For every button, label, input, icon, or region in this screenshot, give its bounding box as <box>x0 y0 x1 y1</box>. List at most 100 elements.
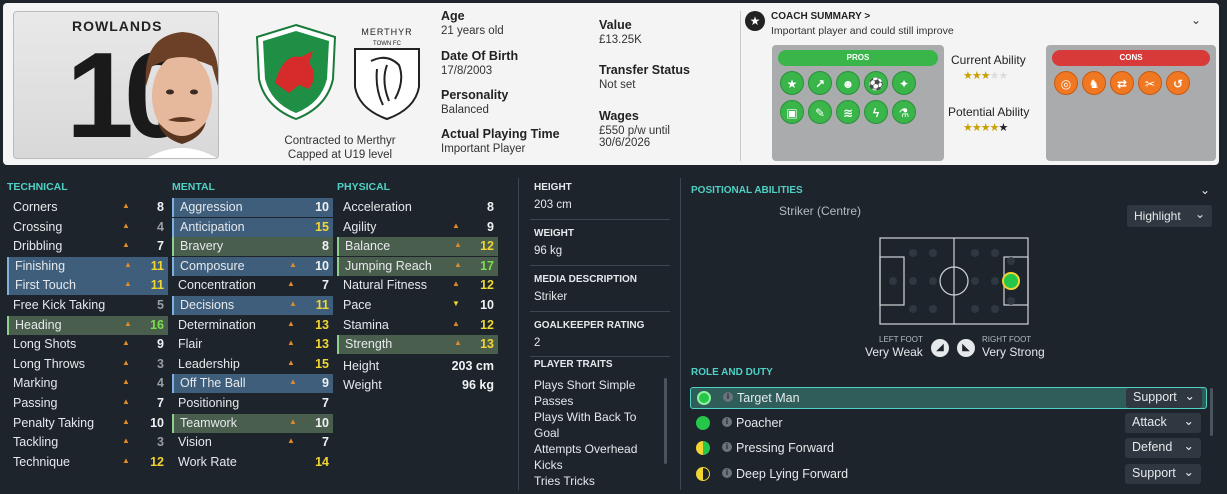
scrollbar[interactable] <box>664 378 667 464</box>
attr-tackling[interactable]: Tackling ▲ 3 <box>7 433 168 452</box>
highlight-dropdown[interactable]: Highlight ⌄ <box>1127 205 1212 227</box>
training-focus-icon: ▲ <box>289 416 297 426</box>
training-focus-icon: ▲ <box>124 279 132 289</box>
attr-balance[interactable]: Balance ▲ 12 <box>337 237 498 257</box>
attr-vision[interactable]: Vision ▲ 7 <box>172 433 333 452</box>
attr-pace[interactable]: Pace ▼ 10 <box>337 296 498 315</box>
attr-jumping-reach[interactable]: Jumping Reach ▲ 17 <box>337 256 498 276</box>
attr-finishing[interactable]: Finishing ▲ 11 <box>7 256 168 276</box>
chevron-down-icon[interactable]: ⌄ <box>1191 13 1201 27</box>
coach-summary[interactable]: ★ COACH SUMMARY > Important player and c… <box>745 9 1215 39</box>
transfer-block[interactable]: Transfer Status Not set <box>599 63 690 91</box>
attr-leadership[interactable]: Leadership ▲ 15 <box>172 355 333 374</box>
attribute-name: Composure <box>180 258 245 273</box>
sparkle-icon[interactable]: ✦ <box>892 71 916 95</box>
throw-icon[interactable]: ↺ <box>1166 71 1190 95</box>
attr-long-shots[interactable]: Long Shots ▲ 9 <box>7 335 168 354</box>
media-description-heading: MEDIA DESCRIPTION <box>534 274 637 285</box>
bandage-icon[interactable]: ✎ <box>808 100 832 124</box>
attribute-value: 8 <box>487 200 494 214</box>
transfer-value: Not set <box>599 79 636 91</box>
footprint-icon[interactable]: ♞ <box>1082 71 1106 95</box>
attribute-name: Anticipation <box>180 219 245 234</box>
flask-icon[interactable]: ⚗ <box>892 100 916 124</box>
training-focus-icon: ▲ <box>122 416 130 426</box>
trend-up-icon[interactable]: ↗ <box>808 71 832 95</box>
attr-teamwork[interactable]: Teamwork ▲ 10 <box>172 413 333 433</box>
attr-positioning[interactable]: Positioning 7 <box>172 394 333 413</box>
duty-dropdown[interactable]: Support ⌄ <box>1126 388 1202 408</box>
training-focus-icon: ▲ <box>287 318 295 328</box>
chevron-down-icon: ⌄ <box>1184 389 1195 403</box>
age-value: 21 years old <box>441 25 504 37</box>
attr-work-rate[interactable]: Work Rate 14 <box>172 453 333 472</box>
media-description-value: Striker <box>534 291 568 303</box>
info-icon[interactable]: i <box>723 392 733 402</box>
scrollbar[interactable] <box>1210 388 1213 436</box>
tackle-icon[interactable]: ✂ <box>1138 71 1162 95</box>
attr-passing[interactable]: Passing ▲ 7 <box>7 394 168 413</box>
attr-agility[interactable]: Agility ▲ 9 <box>337 218 498 237</box>
attr-penalty-taking[interactable]: Penalty Taking ▲ 10 <box>7 414 168 433</box>
role-row-target-man[interactable]: i Target Man Support ⌄ <box>690 387 1207 409</box>
attr-decisions[interactable]: Decisions ▲ 11 <box>172 296 333 315</box>
chevron-down-icon[interactable]: ⌄ <box>1200 183 1210 197</box>
attr-strength[interactable]: Strength ▲ 13 <box>337 335 498 355</box>
info-icon[interactable]: i <box>722 442 732 452</box>
attr-flair[interactable]: Flair ▲ 13 <box>172 335 333 354</box>
pitch-icon[interactable]: ▣ <box>780 100 804 124</box>
attr-stamina[interactable]: Stamina ▲ 12 <box>337 316 498 335</box>
pass-icon[interactable]: ⇄ <box>1110 71 1134 95</box>
attr-natural-fitness[interactable]: Natural Fitness ▲ 12 <box>337 276 498 295</box>
lightning-icon[interactable]: ϟ <box>864 100 888 124</box>
divider <box>530 265 670 266</box>
attr-corners[interactable]: Corners ▲ 8 <box>7 198 168 217</box>
attr-anticipation[interactable]: Anticipation 15 <box>172 217 333 237</box>
info-icon[interactable]: i <box>722 416 732 427</box>
attribute-value: 4 <box>157 219 164 234</box>
info-icon[interactable]: i <box>722 467 732 478</box>
attribute-value: 4 <box>157 376 164 391</box>
attr-concentration[interactable]: Concentration ▲ 7 <box>172 276 333 295</box>
role-row-poacher[interactable]: i Poacher Attack ⌄ <box>690 412 1207 435</box>
attr-first-touch[interactable]: First Touch ▲ 11 <box>7 276 168 296</box>
attr-long-throws[interactable]: Long Throws ▲ 3 <box>7 355 168 374</box>
duty-dropdown[interactable]: Support ⌄ <box>1125 463 1201 484</box>
attr-technique[interactable]: Technique ▲ 12 <box>7 453 168 472</box>
attr-dribbling[interactable]: Dribbling ▲ 7 <box>7 237 168 256</box>
attribute-value: 10 <box>480 298 494 312</box>
left-foot-value: Very Weak <box>865 345 923 359</box>
playing-time-block[interactable]: Actual Playing Time Important Player <box>441 127 560 155</box>
attribute-name: Agility <box>343 219 377 234</box>
attribute-value: 7 <box>322 278 329 293</box>
boot-icon[interactable]: ⚽ <box>864 71 888 95</box>
attr-aggression[interactable]: Aggression 10 <box>172 198 333 217</box>
attr-free-kick-taking[interactable]: Free Kick Taking 5 <box>7 296 168 315</box>
attr-off-the-ball[interactable]: Off The Ball ▲ 9 <box>172 374 333 394</box>
brain-icon[interactable]: ☻ <box>836 71 860 95</box>
duty-dropdown[interactable]: Attack ⌄ <box>1125 412 1201 433</box>
role-row-deep-lying-forward[interactable]: i Deep Lying Forward Support ⌄ <box>690 463 1207 486</box>
coach-summary-title[interactable]: COACH SUMMARY > <box>771 11 870 22</box>
attr-marking[interactable]: Marking ▲ 4 <box>7 374 168 393</box>
attr-crossing[interactable]: Crossing ▲ 4 <box>7 218 168 237</box>
attr-determination[interactable]: Determination ▲ 13 <box>172 316 333 335</box>
wales-crest-icon <box>255 23 337 121</box>
gk-rating-value: 2 <box>534 337 541 349</box>
role-name: Pressing Forward <box>736 441 834 455</box>
attr-acceleration[interactable]: Acceleration 8 <box>337 198 498 217</box>
player-trait-line: Tries Tricks <box>534 474 595 488</box>
attribute-name: Decisions <box>180 298 235 312</box>
attr-bravery[interactable]: Bravery 8 <box>172 237 333 257</box>
attr-heading[interactable]: Heading ▲ 16 <box>7 315 168 335</box>
spring-icon[interactable]: ≋ <box>836 100 860 124</box>
left-foot-label: LEFT FOOT <box>879 335 923 344</box>
training-focus-icon: ▲ <box>454 259 462 269</box>
attribute-value: 7 <box>322 396 329 410</box>
attr-composure[interactable]: Composure ▲ 10 <box>172 256 333 276</box>
duty-dropdown[interactable]: Defend ⌄ <box>1125 438 1201 458</box>
role-row-pressing-forward[interactable]: i Pressing Forward Defend ⌄ <box>690 438 1207 460</box>
attribute-name: Jumping Reach <box>345 258 432 273</box>
star-trait-icon[interactable]: ★ <box>780 71 804 95</box>
target-icon[interactable]: ◎ <box>1054 71 1078 95</box>
